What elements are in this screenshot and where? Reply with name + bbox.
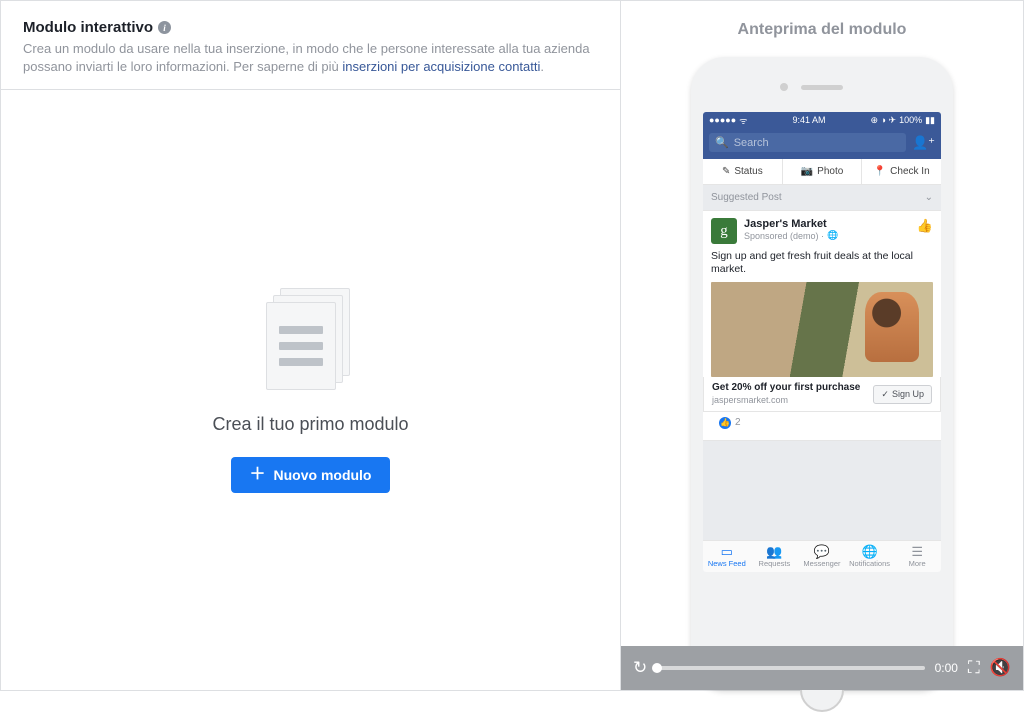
friend-requests-icon[interactable]: 👤⁺	[912, 135, 935, 151]
like-page-icon[interactable]: 👍	[917, 218, 933, 234]
empty-state: Crea il tuo primo modulo ＋ Nuovo modulo	[1, 90, 620, 690]
tab-checkin[interactable]: 📍Check In	[862, 159, 941, 184]
replay-icon[interactable]: ↻	[633, 658, 647, 678]
new-module-button-label: Nuovo modulo	[274, 467, 372, 483]
tab-status[interactable]: ✎Status	[703, 159, 783, 184]
section-description: Crea un modulo da usare nella tua inserz…	[23, 40, 598, 75]
composer-tabs: ✎Status 📷Photo 📍Check In	[703, 159, 941, 185]
section-title: Modulo interattivo i	[23, 19, 171, 36]
new-module-button[interactable]: ＋ Nuovo modulo	[231, 457, 389, 493]
reactions-row[interactable]: 👍 2	[711, 412, 933, 434]
volume-icon[interactable]: 🔇	[990, 658, 1011, 678]
video-time: 0:00	[935, 661, 958, 675]
feed-icon: ▭	[703, 545, 751, 558]
search-row: 🔍 Search 👤⁺	[703, 128, 941, 159]
suggested-post-header: Suggested Post ⌄	[703, 185, 941, 210]
cta-title: Get 20% off your first purchase	[712, 382, 860, 394]
section-title-text: Modulo interattivo	[23, 19, 153, 36]
fullscreen-icon[interactable]: ⛶	[968, 658, 980, 678]
sponsored-label: Sponsored (demo) ·🌐	[744, 230, 838, 241]
pin-icon: 📍	[874, 166, 886, 177]
plus-icon: ＋	[249, 467, 265, 483]
globe-nav-icon: 🌐	[846, 545, 894, 558]
video-scrubber[interactable]	[657, 666, 924, 670]
nav-notifications[interactable]: 🌐Notifications	[846, 541, 894, 572]
form-builder-panel: Modulo interattivo i Crea un modulo da u…	[1, 1, 621, 690]
phone-mockup: ●●●●●ᯤ 9:41 AM ⊕ ◑ ✈100%▮▮ 🔍 Search 👤⁺ ✎…	[691, 57, 953, 690]
search-icon: 🔍	[715, 136, 729, 149]
bottom-nav: ▭News Feed 👥Requests 💬Messenger 🌐Notific…	[703, 540, 941, 572]
like-reaction-icon: 👍	[719, 417, 731, 429]
search-placeholder: Search	[734, 137, 769, 149]
nav-more[interactable]: ☰More	[893, 541, 941, 572]
nav-messenger[interactable]: 💬Messenger	[798, 541, 846, 572]
people-icon: 👥	[751, 545, 799, 558]
tab-photo[interactable]: 📷Photo	[783, 159, 863, 184]
status-bar: ●●●●●ᯤ 9:41 AM ⊕ ◑ ✈100%▮▮	[703, 112, 941, 128]
video-controls: ↻ 0:00 ⛶ 🔇	[621, 646, 1023, 690]
empty-state-title: Crea il tuo primo modulo	[212, 414, 408, 435]
search-input[interactable]: 🔍 Search	[709, 133, 906, 152]
like-count: 2	[735, 417, 741, 428]
status-time: 9:41 AM	[792, 115, 825, 125]
learn-more-link[interactable]: inserzioni per acquisizione contatti	[342, 59, 540, 74]
document-stack-icon	[266, 288, 356, 388]
chevron-down-icon[interactable]: ⌄	[925, 192, 933, 203]
nav-news-feed[interactable]: ▭News Feed	[703, 541, 751, 572]
page-avatar[interactable]: g	[711, 218, 737, 244]
info-icon[interactable]: i	[158, 21, 171, 34]
globe-icon: 🌐	[827, 230, 838, 241]
post-cta-bar: Get 20% off your first purchase jaspersm…	[703, 377, 941, 412]
menu-icon: ☰	[893, 545, 941, 558]
post-body: Sign up and get fresh fruit deals at the…	[711, 250, 933, 276]
phone-screen: ●●●●●ᯤ 9:41 AM ⊕ ◑ ✈100%▮▮ 🔍 Search 👤⁺ ✎…	[703, 112, 941, 572]
messenger-icon: 💬	[798, 545, 846, 558]
camera-icon: 📷	[801, 166, 813, 177]
cta-domain: jaspersmarket.com	[712, 395, 788, 405]
pencil-icon: ✎	[722, 166, 730, 177]
signup-button[interactable]: ✓ Sign Up	[873, 385, 932, 404]
page-name[interactable]: Jasper's Market	[744, 218, 838, 230]
preview-panel: Anteprima del modulo ●●●●●ᯤ 9:41 AM ⊕ ◑ …	[621, 1, 1023, 690]
post-image[interactable]	[711, 282, 933, 377]
nav-requests[interactable]: 👥Requests	[751, 541, 799, 572]
check-icon: ✓	[881, 389, 889, 400]
form-builder-header: Modulo interattivo i Crea un modulo da u…	[1, 1, 620, 90]
ad-post-card: g Jasper's Market Sponsored (demo) ·🌐 👍 …	[703, 210, 941, 441]
preview-title: Anteprima del modulo	[738, 21, 907, 39]
